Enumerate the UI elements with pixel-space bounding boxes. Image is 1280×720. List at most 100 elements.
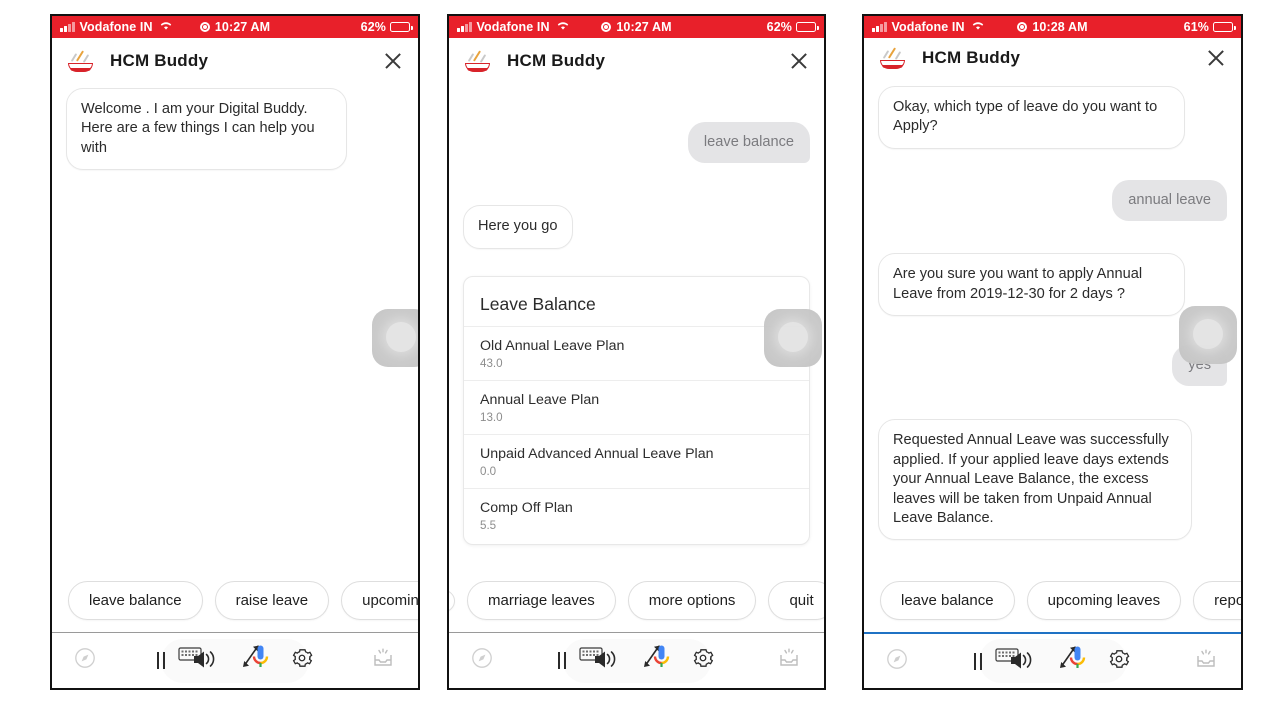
message-row: Requested Annual Leave was successfully … <box>878 419 1227 541</box>
app-title: HCM Buddy <box>507 51 606 70</box>
chip-quit[interactable]: quit <box>768 581 824 620</box>
wifi-icon <box>159 20 173 34</box>
system-toolbar-1 <box>52 632 418 688</box>
compass-icon[interactable] <box>74 647 96 674</box>
app-title: HCM Buddy <box>922 48 1021 67</box>
phone-panel-3: Vodafone IN 10:28 AM 61% HCM Buddy Okay,… <box>862 14 1243 690</box>
battery-icon <box>390 22 413 32</box>
chip-more-options[interactable]: more options <box>627 581 757 620</box>
card-row[interactable]: Unpaid Advanced Annual Leave Plan 0.0 <box>464 433 809 488</box>
inbox-tray-icon[interactable] <box>370 646 396 675</box>
keyboard-speaker-icon[interactable] <box>579 645 625 676</box>
gear-icon[interactable] <box>1107 647 1131 676</box>
keyboard-speaker-icon[interactable] <box>177 645 224 676</box>
message-row: leave balance <box>463 122 810 164</box>
battery-percent: 62% <box>766 20 792 34</box>
status-right: 62% <box>361 20 413 34</box>
floating-action-square[interactable] <box>764 309 822 367</box>
bot-message: Requested Annual Leave was successfully … <box>878 419 1193 541</box>
card-row[interactable]: Old Annual Leave Plan 43.0 <box>464 325 809 380</box>
message-row: Welcome . I am your Digital Buddy. Here … <box>66 88 404 171</box>
chip-marriage-leaves[interactable]: marriage leaves <box>467 581 616 620</box>
quick-reply-chips-1: leave balance raise leave upcoming leave… <box>52 572 418 632</box>
pause-icon[interactable] <box>558 652 566 669</box>
status-bar: Vodafone IN 10:28 AM 61% <box>864 16 1241 38</box>
battery-icon <box>796 22 819 32</box>
chip-upcoming-leaves[interactable]: upcoming leaves <box>341 581 418 620</box>
location-icon <box>199 22 210 32</box>
quick-reply-chips-3: leave balance upcoming leaves report <box>864 572 1241 632</box>
carrier-label: Vodafone IN <box>79 20 153 34</box>
message-row: Are you sure you want to apply Annual Le… <box>878 253 1227 317</box>
status-time: 10:27 AM <box>616 20 672 34</box>
battery-icon <box>1213 22 1236 32</box>
chip-upcoming-leaves[interactable]: upcoming leaves <box>1026 581 1182 620</box>
status-time: 10:27 AM <box>214 20 271 34</box>
mic-expand-icon[interactable] <box>638 643 678 678</box>
soup-bowl-logo-icon <box>463 48 493 74</box>
pause-icon[interactable] <box>974 652 982 670</box>
close-icon[interactable] <box>382 50 404 72</box>
chip-report[interactable]: report <box>1193 581 1241 620</box>
app-header: HCM Buddy <box>52 38 418 82</box>
plan-name: Annual Leave Plan <box>480 391 600 408</box>
chip-partial-left[interactable] <box>449 589 455 612</box>
gear-icon[interactable] <box>290 646 314 675</box>
inbox-tray-icon[interactable] <box>1193 647 1219 676</box>
gear-icon[interactable] <box>691 646 715 675</box>
card-row[interactable]: Comp Off Plan 5.5 <box>464 487 809 542</box>
card-title: Leave Balance <box>480 293 596 314</box>
floating-action-square[interactable] <box>1179 306 1237 364</box>
message-row: Okay, which type of leave do you want to… <box>878 86 1227 149</box>
location-icon <box>1017 22 1028 32</box>
message-row: Here you go <box>463 205 810 249</box>
chip-leave-balance[interactable]: leave balance <box>68 581 203 620</box>
status-bar: Vodafone IN 10:27 AM 62% <box>449 16 824 38</box>
plan-value: 13.0 <box>480 410 503 424</box>
compass-icon[interactable] <box>471 647 493 674</box>
signal-icon <box>872 22 887 32</box>
close-icon[interactable] <box>788 50 810 72</box>
phone-panel-1: Vodafone IN 10:27 AM 62% HCM Buddy Welco… <box>50 14 420 690</box>
inbox-tray-icon[interactable] <box>776 646 802 675</box>
app-title: HCM Buddy <box>110 51 209 70</box>
system-toolbar-3 <box>864 632 1241 688</box>
wifi-icon <box>971 20 985 34</box>
status-right: 61% <box>1183 20 1236 34</box>
plan-value: 43.0 <box>480 356 503 370</box>
screenshot-stage: Vodafone IN 10:27 AM 62% HCM Buddy Welco… <box>0 0 1280 720</box>
status-bar: Vodafone IN 10:27 AM 62% <box>52 16 418 38</box>
pause-icon[interactable] <box>156 652 165 669</box>
leave-balance-card: Leave Balance Old Annual Leave Plan 43.0… <box>463 275 810 545</box>
signal-icon <box>457 22 472 32</box>
status-left: Vodafone IN <box>60 20 173 34</box>
battery-percent: 61% <box>1183 20 1209 34</box>
chip-leave-balance[interactable]: leave balance <box>880 581 1015 620</box>
user-message: leave balance <box>687 122 810 164</box>
signal-icon <box>60 22 75 32</box>
floating-action-square[interactable] <box>372 309 418 367</box>
wifi-icon <box>556 20 570 34</box>
close-icon[interactable] <box>1205 47 1227 69</box>
plan-name: Old Annual Leave Plan <box>480 337 625 354</box>
keyboard-speaker-icon[interactable] <box>995 646 1041 677</box>
mic-expand-icon[interactable] <box>237 643 277 678</box>
plan-value: 0.0 <box>480 464 497 478</box>
chip-raise-leave[interactable]: raise leave <box>214 581 330 620</box>
mic-expand-icon[interactable] <box>1054 644 1094 679</box>
plan-name: Unpaid Advanced Annual Leave Plan <box>480 445 714 462</box>
bot-message: Okay, which type of leave do you want to… <box>878 86 1186 149</box>
status-right: 62% <box>766 20 819 34</box>
status-left: Vodafone IN <box>872 20 985 34</box>
carrier-label: Vodafone IN <box>476 20 550 34</box>
app-header: HCM Buddy <box>449 38 824 82</box>
bot-message: Are you sure you want to apply Annual Le… <box>878 253 1186 317</box>
card-row[interactable]: Annual Leave Plan 13.0 <box>464 379 809 434</box>
soup-bowl-logo-icon <box>878 45 908 71</box>
system-toolbar-2 <box>449 632 824 688</box>
bot-message: Welcome . I am your Digital Buddy. Here … <box>66 88 347 171</box>
chat-area-1: Welcome . I am your Digital Buddy. Here … <box>52 82 418 572</box>
soup-bowl-logo-icon <box>66 48 96 74</box>
message-row: yes <box>878 345 1227 387</box>
compass-icon[interactable] <box>886 648 908 675</box>
